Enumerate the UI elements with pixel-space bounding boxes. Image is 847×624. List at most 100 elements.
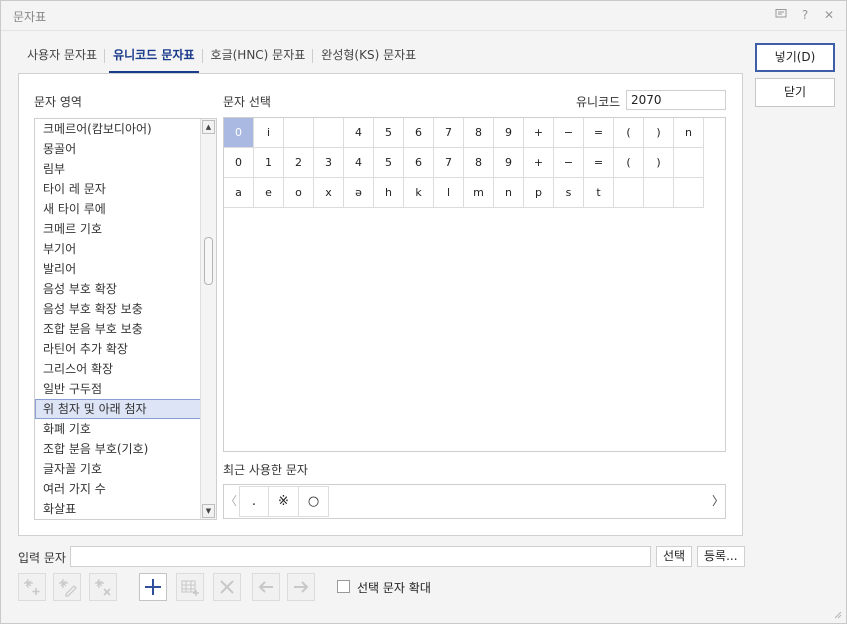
delete-x-icon[interactable] — [213, 573, 241, 601]
char-cell[interactable]: 2 — [284, 148, 314, 178]
char-cell[interactable] — [314, 118, 344, 148]
char-cell[interactable] — [284, 118, 314, 148]
char-cell[interactable]: 7 — [434, 118, 464, 148]
char-cell[interactable]: + — [524, 148, 554, 178]
scroll-up-icon[interactable]: ▲ — [202, 120, 215, 134]
area-list-item[interactable]: 타이 레 문자 — [35, 179, 216, 199]
recent-prev-icon[interactable]: 〈 — [224, 485, 238, 518]
area-list-item[interactable]: 화폐 기호 — [35, 419, 216, 439]
char-cell[interactable] — [614, 178, 644, 208]
char-cell[interactable]: 8 — [464, 118, 494, 148]
unicode-input[interactable]: 2070 — [626, 90, 726, 110]
char-cell[interactable]: n — [674, 118, 704, 148]
tab-ks[interactable]: 완성형(KS) 문자표 — [313, 45, 424, 67]
char-cell[interactable] — [674, 178, 704, 208]
close-button[interactable]: 닫기 — [755, 78, 835, 107]
recent-char-cell[interactable]: ※ — [269, 486, 299, 517]
char-cell[interactable]: i — [254, 118, 284, 148]
select-button[interactable]: 선택 — [656, 546, 693, 567]
char-cell[interactable]: 5 — [374, 118, 404, 148]
recent-char-cell[interactable]: ○ — [299, 486, 329, 517]
arrow-right-icon[interactable] — [287, 573, 315, 601]
char-cell[interactable]: 9 — [494, 148, 524, 178]
char-cell[interactable]: = — [584, 148, 614, 178]
char-cell[interactable]: 6 — [404, 148, 434, 178]
char-cell[interactable] — [674, 148, 704, 178]
char-cell[interactable]: 0 — [224, 148, 254, 178]
char-cell[interactable]: s — [554, 178, 584, 208]
char-cell[interactable]: a — [224, 178, 254, 208]
area-list-item[interactable]: 화살표 — [35, 499, 216, 519]
char-cell[interactable]: 0 — [224, 118, 254, 148]
insert-grid-icon[interactable] — [176, 573, 204, 601]
char-cell[interactable]: n — [494, 178, 524, 208]
char-cell[interactable]: o — [284, 178, 314, 208]
area-list-item[interactable]: 몽골어 — [35, 139, 216, 159]
char-cell[interactable]: + — [524, 118, 554, 148]
char-cell[interactable]: ( — [614, 118, 644, 148]
char-cell[interactable]: 1 — [254, 148, 284, 178]
char-cell[interactable]: ə — [344, 178, 374, 208]
input-chars-field[interactable] — [70, 546, 651, 567]
char-cell[interactable]: h — [374, 178, 404, 208]
char-cell[interactable]: − — [554, 148, 584, 178]
char-cell[interactable]: p — [524, 178, 554, 208]
tab-hnc[interactable]: 호글(HNC) 문자표 — [203, 45, 314, 67]
area-list-item[interactable]: 조합 분음 부호(기호) — [35, 439, 216, 459]
char-cell[interactable]: 4 — [344, 118, 374, 148]
area-list-item[interactable]: 림부 — [35, 159, 216, 179]
chat-icon[interactable] — [774, 8, 788, 23]
zoom-checkbox[interactable] — [337, 580, 350, 593]
help-icon[interactable]: ? — [798, 8, 812, 23]
area-scrollbar[interactable]: ▲ ▼ — [200, 119, 216, 519]
area-list-item[interactable]: 여러 가지 수 — [35, 479, 216, 499]
resize-grip-icon[interactable] — [832, 609, 842, 619]
char-cell[interactable]: − — [554, 118, 584, 148]
edit-user-chars-icon[interactable] — [53, 573, 81, 601]
recent-next-icon[interactable]: 〉 — [711, 485, 725, 518]
area-list-item[interactable]: 크메르 기호 — [35, 219, 216, 239]
char-cell[interactable]: ) — [644, 148, 674, 178]
recent-char-cell[interactable]: . — [239, 486, 269, 517]
char-cell[interactable]: t — [584, 178, 614, 208]
area-list-item[interactable]: 일반 구두점 — [35, 379, 216, 399]
area-list-item[interactable]: 음성 부호 확장 보충 — [35, 299, 216, 319]
tab-unicode[interactable]: 유니코드 문자표 — [105, 45, 204, 73]
area-list-item[interactable]: 크메르어(캄보디아어) — [35, 119, 216, 139]
char-cell[interactable]: ( — [614, 148, 644, 178]
area-list-item[interactable]: 부기어 — [35, 239, 216, 259]
close-icon[interactable]: ✕ — [822, 8, 836, 23]
add-user-chars-icon[interactable] — [18, 573, 46, 601]
char-cell[interactable]: 6 — [404, 118, 434, 148]
area-list[interactable]: 크메르어(캄보디아어) 몽골어 림부 타이 레 문자 새 타이 루에 크메르 기호 부기어 발… — [34, 118, 217, 520]
area-list-item[interactable]: 새 타이 루에 — [35, 199, 216, 219]
char-cell[interactable]: 9 — [494, 118, 524, 148]
insert-button[interactable]: 넣기(D) — [755, 43, 835, 72]
char-cell[interactable]: x — [314, 178, 344, 208]
zoom-checkbox-label[interactable]: 선택 문자 확대 — [357, 579, 431, 596]
register-button[interactable]: 등록... — [697, 546, 745, 567]
area-list-item[interactable]: 발리어 — [35, 259, 216, 279]
char-cell[interactable]: l — [434, 178, 464, 208]
char-cell[interactable]: m — [464, 178, 494, 208]
char-cell[interactable]: = — [584, 118, 614, 148]
scroll-down-icon[interactable]: ▼ — [202, 504, 215, 518]
area-list-item[interactable]: 글자꼴 기호 — [35, 459, 216, 479]
char-cell[interactable]: k — [404, 178, 434, 208]
area-list-item[interactable]: 라틴어 추가 확장 — [35, 339, 216, 359]
char-cell[interactable]: 8 — [464, 148, 494, 178]
tab-user-chars[interactable]: 사용자 문자표 — [19, 45, 106, 67]
arrow-left-icon[interactable] — [252, 573, 280, 601]
char-cell[interactable]: 3 — [314, 148, 344, 178]
char-cell[interactable]: e — [254, 178, 284, 208]
area-list-item[interactable]: 음성 부호 확장 — [35, 279, 216, 299]
plus-icon[interactable] — [139, 573, 167, 601]
char-cell[interactable]: ) — [644, 118, 674, 148]
char-cell[interactable]: 7 — [434, 148, 464, 178]
area-list-item[interactable]: 조합 분음 부호 보충 — [35, 319, 216, 339]
area-list-item[interactable]: 그리스어 확장 — [35, 359, 216, 379]
char-cell[interactable]: 4 — [344, 148, 374, 178]
char-cell[interactable]: 5 — [374, 148, 404, 178]
area-list-item[interactable]: 위 첨자 및 아래 첨자 — [35, 399, 216, 419]
delete-user-chars-icon[interactable] — [89, 573, 117, 601]
